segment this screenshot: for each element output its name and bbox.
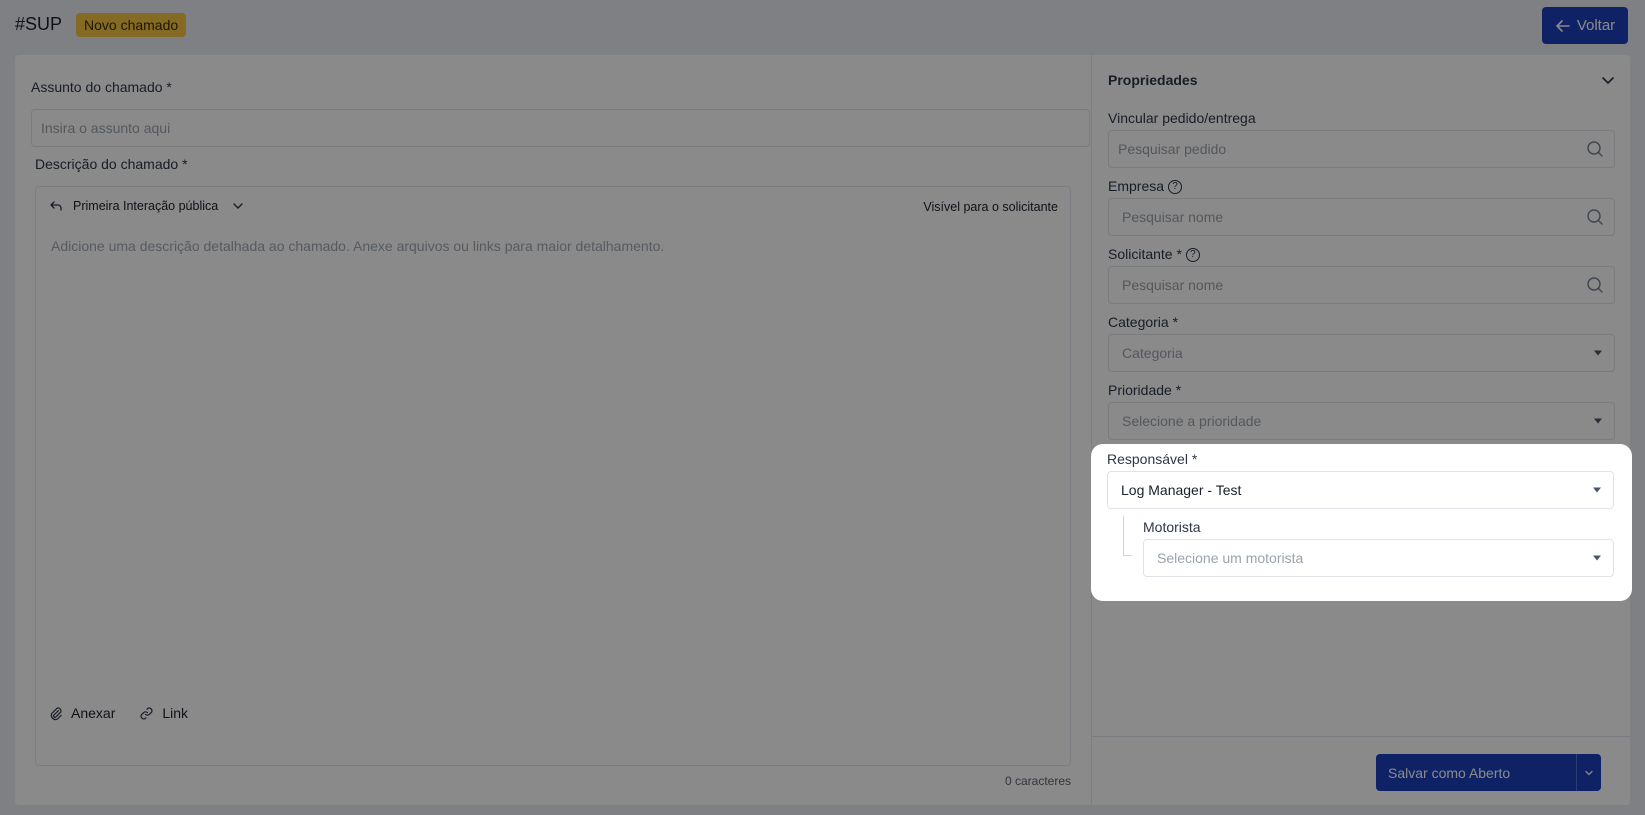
priority-placeholder: Selecione a prioridade [1122,413,1262,429]
order-label: Vincular pedido/entrega [1108,110,1256,126]
status-badge: Novo chamado [76,13,187,37]
properties-panel: Propriedades Vincular pedido/entrega Pes… [1091,55,1630,805]
char-count: 0 caracteres [1005,774,1072,788]
driver-placeholder: Selecione um motorista [1157,550,1304,566]
caret-down-icon [1594,418,1602,424]
save-open-button[interactable]: Salvar como Aberto [1376,754,1576,791]
company-label-wrap: Empresa? [1108,178,1183,195]
subject-input[interactable]: Insira o assunto aqui [31,109,1090,147]
requester-label: Solicitante * [1108,246,1182,262]
chevron-down-icon [1585,770,1593,775]
chevron-down-icon [233,203,243,209]
ticket-id: #SUP [15,14,63,34]
search-icon [1587,141,1603,157]
help-icon[interactable]: ? [1168,180,1183,195]
description-label: Descrição do chamado * [35,156,188,172]
ticket-form: Assunto do chamado * Insira o assunto aq… [15,55,1091,805]
category-label: Categoria * [1108,314,1179,330]
subject-label: Assunto do chamado * [31,79,172,95]
driver-select[interactable]: Selecione um motorista [1143,539,1614,577]
company-search-placeholder: Pesquisar nome [1122,209,1224,225]
requester-search-input[interactable]: Pesquisar nome [1108,266,1615,304]
page-header: #SUP Novo chamado Voltar [0,0,1645,52]
description-editor[interactable]: Primeira Interação pública Visível para … [35,186,1071,766]
tree-connector [1123,516,1132,556]
link-label: Link [162,705,189,721]
back-button[interactable]: Voltar [1542,7,1628,44]
search-icon [1587,277,1603,293]
reply-icon [50,201,62,211]
responsible-value: Log Manager - Test [1121,482,1242,498]
link-button[interactable]: Link [139,705,188,721]
search-icon [1587,209,1603,225]
ticket-card: Assunto do chamado * Insira o assunto aq… [15,55,1630,805]
caret-down-icon [1593,555,1601,561]
order-search-input[interactable]: Pesquisar pedido [1108,130,1615,168]
company-search-input[interactable]: Pesquisar nome [1108,198,1615,236]
category-select[interactable]: Categoria [1108,334,1615,372]
requester-label-wrap: Solicitante *? [1108,246,1200,263]
help-icon[interactable]: ? [1185,248,1200,263]
back-button-label: Voltar [1576,17,1616,34]
interaction-mode-select[interactable]: Primeira Interação pública [49,199,244,213]
company-label: Empresa [1108,178,1165,194]
link-icon [140,706,153,720]
properties-title: Propriedades [1108,72,1198,88]
category-placeholder: Categoria [1122,345,1183,361]
editor-toolbar: Primeira Interação pública Visível para … [36,187,1070,227]
arrow-left-icon [1556,19,1570,32]
responsible-select[interactable]: Log Manager - Test [1107,471,1614,509]
save-button-group: Salvar como Aberto [1376,754,1601,791]
description-placeholder: Adicione uma descrição detalhada ao cham… [51,238,665,254]
visibility-label: Visível para o solicitante [923,200,1058,214]
paperclip-icon [50,706,62,720]
caret-down-icon [1594,350,1602,356]
save-options-button[interactable] [1576,754,1601,791]
requester-search-placeholder: Pesquisar nome [1122,277,1224,293]
order-search-placeholder: Pesquisar pedido [1118,141,1227,157]
interaction-mode-label: Primeira Interação pública [73,199,219,213]
attach-label: Anexar [71,705,116,721]
priority-select[interactable]: Selecione a prioridade [1108,402,1615,440]
spotlight-responsible: Responsável * Log Manager - Test Motoris… [1091,444,1632,601]
driver-label: Motorista [1143,519,1201,535]
responsible-label: Responsável * [1107,451,1198,467]
footer-divider [1092,736,1630,737]
attach-button[interactable]: Anexar [48,705,115,721]
chevron-down-icon[interactable] [1600,72,1616,88]
caret-down-icon [1593,487,1601,493]
editor-actions: Anexar Link [48,705,188,721]
priority-label: Prioridade * [1108,382,1182,398]
